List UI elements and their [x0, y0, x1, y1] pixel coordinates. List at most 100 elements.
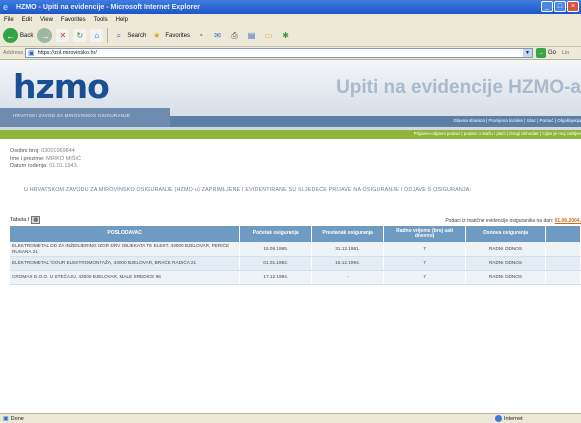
cell-hours: 7 [383, 242, 467, 257]
search-button[interactable]: ⌕ Search [112, 29, 147, 42]
star-icon: ★ [153, 31, 161, 40]
cell-hours: 7 [383, 256, 467, 271]
links-label[interactable]: Lin [562, 50, 569, 56]
cell-start: 17.12.1994. [239, 270, 313, 285]
data-date-value: 01.06.2004. [554, 218, 581, 224]
col-employer: POSLODAVAC [10, 226, 241, 242]
status-done: ▣ Done [3, 415, 24, 423]
globe-icon [495, 415, 502, 422]
address-bar: Address ▣ https://zol.mirovinsko.hr/ ▼ →… [0, 47, 581, 60]
table-row: ELEKTROMETAL DD ZA INŽENJERING IZGR DRV … [10, 242, 581, 257]
secondary-nav[interactable]: Prijavno-odjavni podaci | podaci o stažu… [414, 131, 581, 136]
cell-extra [545, 256, 581, 271]
cell-employer: ELEKTROMETAL 'OOUR ELEKTROMONTAŽA, 43000… [10, 256, 241, 271]
search-icon: ⌕ [116, 30, 122, 40]
page-done-icon: ▣ [3, 416, 9, 422]
menu-edit[interactable]: Edit [22, 17, 32, 23]
back-arrow-icon: ← [3, 28, 18, 43]
edit-icon[interactable]: ▤ [245, 29, 258, 42]
close-button[interactable]: × [567, 1, 579, 12]
data-date-info: Podaci iz matične evidencije osiguranika… [445, 218, 581, 224]
col-extra [545, 226, 581, 242]
favorites-button[interactable]: ★ Favorites [150, 29, 190, 42]
maximize-button[interactable]: □ [554, 1, 566, 12]
window-controls: _ □ × [541, 1, 579, 12]
folder-icon[interactable]: ▭ [262, 29, 275, 42]
status-bar: ▣ Done Internet [0, 413, 581, 423]
go-button[interactable]: → Go [536, 48, 556, 58]
col-end: Prestanak osiguranja [311, 226, 385, 242]
toolbar-separator [107, 28, 109, 43]
toolbar: ← Back → ✕ ↻ ⌂ ⌕ Search ★ Favorites ◔ ✉ … [0, 25, 581, 47]
primary-nav[interactable]: Glavna stranica | Promjena lozinke | Izl… [454, 118, 581, 123]
search-label: Search [127, 32, 147, 39]
col-start: Početak osiguranja [239, 226, 313, 242]
minimize-button[interactable]: _ [541, 1, 553, 12]
cell-extra [545, 242, 581, 257]
table-row: ELEKTROMETAL 'OOUR ELEKTROMONTAŽA, 43000… [10, 256, 581, 271]
menu-view[interactable]: View [40, 17, 53, 23]
hzmo-logo[interactable]: hzmo [13, 70, 110, 104]
cell-employer: CROMAX D.O.O. U STEČAJU, 43000 BJELOVAR,… [10, 270, 241, 285]
zone-text: Internet [504, 415, 523, 422]
page-title: Upiti na evidencije HZMO-a [336, 77, 581, 98]
dob-label: Datum rođenja: [10, 163, 48, 169]
name-label: Ime i prezime: [10, 155, 45, 162]
insurance-table: POSLODAVAC Početak osiguranja Prestanak … [10, 226, 581, 285]
cell-basis: RADNI ODNOS [465, 270, 546, 285]
cell-end: 16.12.1994. [311, 256, 385, 271]
status-done-text: Done [10, 415, 24, 422]
refresh-icon[interactable]: ↻ [73, 29, 87, 42]
col-basis: Osnova osiguranja [465, 226, 546, 242]
col-hours: Radno vrijeme (broj sati dnevno) [383, 226, 467, 242]
window-title-bar: e HZMO - Upiti na evidencije - Microsoft… [0, 0, 581, 14]
cell-start: 15.09.1965. [239, 242, 313, 257]
mail-icon[interactable]: ✉ [211, 29, 224, 42]
print-icon[interactable]: ⎙ [228, 29, 241, 42]
home-icon[interactable]: ⌂ [90, 29, 104, 42]
go-label: Go [548, 50, 557, 56]
page-content: hzmo HRVATSKI ZAVOD ZA MIROVINSKO OSIGUR… [0, 60, 581, 413]
page-icon: ▣ [28, 50, 35, 57]
messenger-icon[interactable]: ✱ [279, 29, 292, 42]
dob-value: 01.01.1943. [49, 163, 79, 169]
window-title: HZMO - Upiti na evidencije - Microsoft I… [16, 3, 200, 11]
oib-value: 03001069844 [41, 148, 75, 154]
name-value: MIRKO MIŠIĆ [46, 155, 81, 162]
stop-icon[interactable]: ✕ [56, 29, 70, 42]
data-date-text: Podaci iz matične evidencije osiguranika… [445, 218, 555, 224]
back-button[interactable]: ← Back [3, 28, 33, 43]
menu-favorites[interactable]: Favorites [61, 17, 86, 23]
go-arrow-icon: → [536, 48, 546, 58]
logo-subtitle: HRVATSKI ZAVOD ZA MIROVINSKO OSIGURANJE [13, 113, 131, 118]
tabela-title: Tabela I [10, 217, 30, 223]
menu-help[interactable]: Help [116, 17, 128, 23]
back-label: Back [20, 32, 34, 39]
oib-label: Osobni broj: [10, 148, 40, 154]
print-table-icon[interactable]: ▦ [31, 216, 41, 224]
cell-start: 01.01.1982. [239, 256, 313, 271]
cell-employer: ELEKTROMETAL DD ZA INŽENJERING IZGR DRV … [10, 242, 241, 257]
cell-end: 31.12.1981. [311, 242, 385, 257]
cell-basis: RADNI ODNOS [465, 242, 546, 257]
cell-basis: RADNI ODNOS [465, 256, 546, 271]
cell-hours: 7 [383, 270, 467, 285]
tabela-label: Tabela I ▦ [10, 216, 41, 224]
security-zone: Internet [495, 415, 523, 422]
table-row: CROMAX D.O.O. U STEČAJU, 43000 BJELOVAR,… [10, 270, 581, 285]
person-info: Osobni broj: 03001069844 Ime i prezime: … [10, 148, 81, 171]
chevron-down-icon[interactable]: ▼ [523, 49, 532, 57]
cell-end: - [311, 270, 385, 285]
favorites-label: Favorites [165, 32, 191, 39]
ie-icon: e [3, 2, 9, 12]
cell-extra [545, 270, 581, 285]
menu-tools[interactable]: Tools [94, 17, 108, 23]
address-url: https://zol.mirovinsko.hr/ [37, 50, 97, 56]
address-input[interactable]: ▣ https://zol.mirovinsko.hr/ ▼ [25, 48, 533, 58]
menu-bar: File Edit View Favorites Tools Help [0, 14, 581, 25]
address-label: Address [3, 50, 24, 56]
forward-arrow-icon[interactable]: → [37, 28, 53, 43]
menu-file[interactable]: File [4, 17, 14, 23]
table-header-row: POSLODAVAC Početak osiguranja Prestanak … [10, 226, 581, 242]
history-icon[interactable]: ◔ [194, 29, 207, 42]
